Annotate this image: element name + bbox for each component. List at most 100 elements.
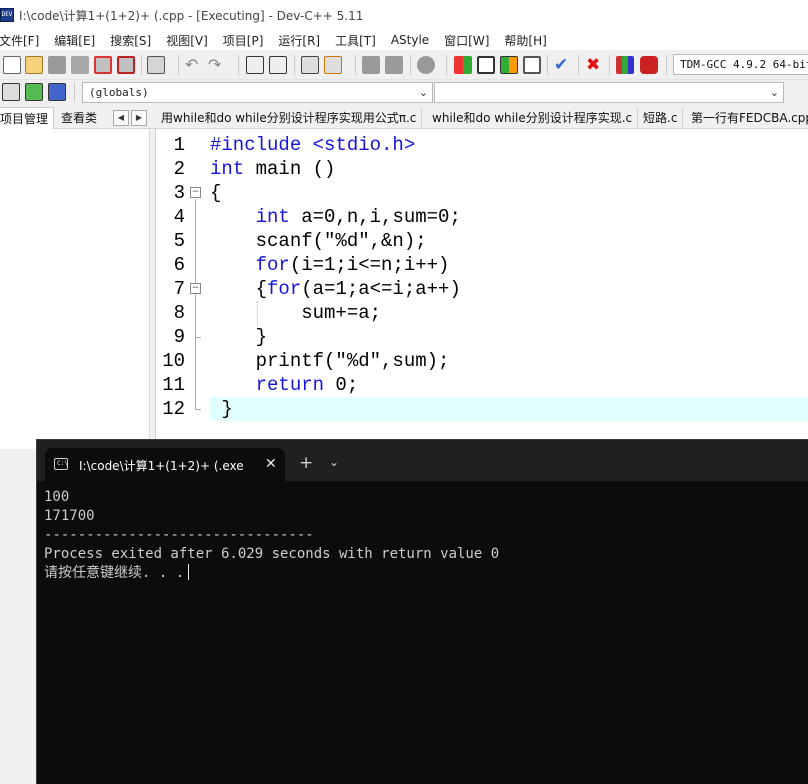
console-output[interactable]: 100 171700 -----------------------------… bbox=[44, 488, 499, 583]
compiler-select[interactable]: TDM-GCC 4.9.2 64-bit Release bbox=[673, 54, 808, 75]
code-editor[interactable]: 1 #include <stdio.h> 2 int main () 3 {4 int a… bbox=[156, 129, 808, 449]
project-panel[interactable] bbox=[0, 129, 150, 449]
console-line: Process exited after 6.029 seconds with … bbox=[44, 546, 500, 562]
menu-window[interactable]: 窗口[W] bbox=[444, 32, 489, 49]
file-tab[interactable]: 用while和do while分别设计程序实现用公式π.c bbox=[156, 107, 423, 129]
current-line-highlight bbox=[210, 397, 808, 421]
code-line[interactable]: for(i=1;i<=n;i++) bbox=[210, 253, 450, 277]
fold-end-mark bbox=[195, 409, 201, 410]
code-line[interactable]: return 0; bbox=[210, 373, 359, 397]
code-line[interactable]: } bbox=[210, 325, 267, 349]
fold-toggle-icon[interactable]: − bbox=[190, 187, 201, 198]
menu-edit[interactable]: 编辑[E] bbox=[54, 32, 95, 49]
terminal-icon: C:\ bbox=[54, 458, 68, 470]
new-class-icon[interactable] bbox=[454, 56, 472, 74]
file-tab[interactable]: while和do while分别设计程序实现.c bbox=[427, 107, 639, 129]
code-line[interactable]: } bbox=[210, 397, 232, 421]
code-line[interactable]: sum+=a; bbox=[210, 301, 381, 325]
find-icon[interactable] bbox=[246, 56, 264, 74]
fold-toggle-icon[interactable]: − bbox=[190, 283, 201, 294]
line-number: 3 bbox=[173, 182, 185, 204]
unindent-icon[interactable] bbox=[324, 56, 342, 74]
console-tab[interactable]: C:\ I:\code\计算1+(1+2)+ (.exe ✕ bbox=[45, 448, 285, 481]
toolbar-separator bbox=[178, 55, 179, 75]
new-tab-icon[interactable]: + bbox=[299, 453, 313, 473]
check-icon[interactable]: ✔ bbox=[554, 56, 572, 74]
text-cursor bbox=[188, 564, 190, 580]
menu-project[interactable]: 项目[P] bbox=[223, 32, 264, 49]
toolbar-separator bbox=[666, 55, 667, 75]
close-file-icon[interactable] bbox=[94, 56, 112, 74]
debug-icon[interactable] bbox=[640, 56, 658, 74]
open-file-icon[interactable] bbox=[25, 56, 43, 74]
console-window[interactable]: C:\ I:\code\计算1+(1+2)+ (.exe ✕ + ⌄ 100 1… bbox=[36, 439, 808, 784]
class-browse-icon[interactable] bbox=[2, 83, 20, 101]
goto-icon[interactable] bbox=[385, 56, 403, 74]
layout-icon[interactable] bbox=[500, 56, 518, 74]
console-line: -------------------------------- bbox=[44, 527, 314, 543]
members-select[interactable]: ⌄ bbox=[434, 82, 784, 103]
globals-select[interactable]: (globals) ⌄ bbox=[82, 82, 433, 103]
code-line[interactable]: scanf("%d",&n); bbox=[210, 229, 427, 253]
console-prompt-text: 请按任意键继续. . . bbox=[44, 565, 185, 581]
print-icon[interactable] bbox=[147, 56, 165, 74]
file-tab[interactable]: 短路.c bbox=[638, 107, 684, 129]
save-all-icon[interactable] bbox=[71, 56, 89, 74]
tab-scroll-right-icon[interactable]: ▶ bbox=[131, 110, 147, 126]
menu-view[interactable]: 视图[V] bbox=[166, 32, 208, 49]
tab-project-manager[interactable]: 项目管理 bbox=[0, 107, 54, 129]
window-title: I:\code\计算1+(1+2)+ (.cpp - [Executing] -… bbox=[19, 8, 364, 23]
chevron-down-icon[interactable]: ⌄ bbox=[419, 83, 428, 102]
save-icon[interactable] bbox=[48, 56, 66, 74]
console-line: 171700 bbox=[44, 508, 95, 524]
menu-search[interactable]: 搜索[S] bbox=[110, 32, 151, 49]
menu-run[interactable]: 运行[R] bbox=[278, 32, 320, 49]
code-text: 0; bbox=[324, 374, 359, 396]
line-number: 6 bbox=[173, 254, 185, 276]
undo-icon[interactable]: ↶ bbox=[185, 56, 203, 74]
menu-file[interactable]: 文件[F] bbox=[0, 32, 39, 49]
globals-select-value: (globals) bbox=[89, 86, 149, 99]
code-line[interactable]: {for(a=1;a<=i;a++) bbox=[210, 277, 461, 301]
chart-icon[interactable] bbox=[616, 56, 634, 74]
grid-icon[interactable] bbox=[523, 56, 541, 74]
insert-icon[interactable] bbox=[25, 83, 43, 101]
file-tab[interactable]: 第一行有FEDCBA.cpp bbox=[686, 107, 808, 129]
code-text: (a=1;a<=i;a++) bbox=[301, 278, 461, 300]
toggle-comment-icon[interactable] bbox=[417, 56, 435, 74]
redo-icon[interactable]: ↷ bbox=[208, 56, 226, 74]
code-line[interactable]: #include <stdio.h> bbox=[210, 133, 415, 157]
code-line[interactable]: { bbox=[210, 181, 221, 205]
chevron-down-icon[interactable]: ⌄ bbox=[329, 455, 339, 469]
chevron-down-icon[interactable]: ⌄ bbox=[770, 83, 779, 102]
code-text: scanf("%d",&n); bbox=[210, 230, 427, 252]
project-icon[interactable] bbox=[477, 56, 495, 74]
menu-tools[interactable]: 工具[T] bbox=[335, 32, 376, 49]
tab-scroll-left-icon[interactable]: ◀ bbox=[113, 110, 129, 126]
console-line: 100 bbox=[44, 489, 70, 505]
new-file-icon[interactable] bbox=[3, 56, 21, 74]
replace-icon[interactable] bbox=[269, 56, 287, 74]
code-line[interactable]: int a=0,n,i,sum=0; bbox=[210, 205, 461, 229]
tabs-row: 项目管理 查看类 ◀ ▶ 用while和do while分别设计程序实现用公式π… bbox=[0, 107, 808, 129]
stop-icon[interactable]: ✖ bbox=[586, 56, 604, 74]
close-icon[interactable]: ✕ bbox=[265, 456, 277, 472]
bookmark-toggle-icon[interactable] bbox=[48, 83, 66, 101]
code-line[interactable]: printf("%d",sum); bbox=[210, 349, 450, 373]
tab-class-browser[interactable]: 查看类 bbox=[61, 107, 97, 129]
indent-guide bbox=[257, 301, 258, 325]
bookmark-icon[interactable] bbox=[362, 56, 380, 74]
close-all-icon[interactable] bbox=[117, 56, 135, 74]
code-text: { bbox=[210, 182, 222, 204]
toolbar-separator bbox=[578, 55, 579, 75]
code-keyword: return bbox=[255, 374, 325, 396]
menu-help[interactable]: 帮助[H] bbox=[504, 32, 546, 49]
indent-icon[interactable] bbox=[301, 56, 319, 74]
menu-astyle[interactable]: AStyle bbox=[391, 33, 429, 47]
toolbar-separator bbox=[410, 55, 411, 75]
line-number: 11 bbox=[162, 374, 185, 396]
code-line[interactable]: int main () bbox=[210, 157, 335, 181]
code-text: { bbox=[210, 278, 268, 300]
